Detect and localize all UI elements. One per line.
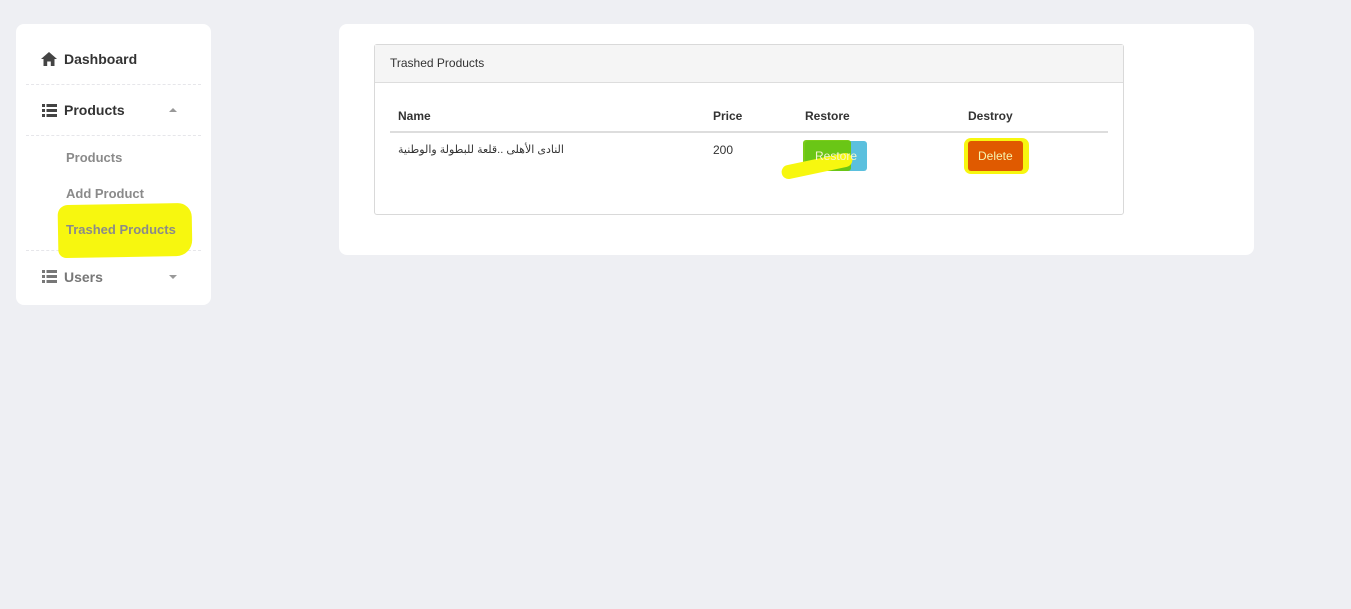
table-header-row: Name Price Restore Destroy — [390, 100, 1108, 133]
product-price: 200 — [713, 143, 734, 157]
submenu-item-label: Trashed Products — [66, 222, 176, 237]
products-submenu: Products Add Product Trashed Products — [26, 136, 201, 251]
trashed-products-panel: Trashed Products Name Price Restore Dest… — [374, 44, 1124, 215]
table-row: النادى الأهلى ..قلعة للبطولة والوطنية 20… — [390, 132, 1108, 194]
sidebar-item-label: Products — [64, 102, 125, 118]
caret-down-icon — [169, 274, 177, 279]
delete-button[interactable]: Delete — [964, 138, 1029, 174]
column-header-destroy: Destroy — [960, 100, 1108, 133]
main-content: Trashed Products Name Price Restore Dest… — [339, 24, 1254, 255]
submenu-item-products[interactable]: Products — [66, 140, 201, 176]
caret-up-icon — [169, 108, 177, 112]
list-icon — [40, 102, 58, 118]
panel-title: Trashed Products — [375, 45, 1123, 83]
sidebar-item-dashboard[interactable]: Dashboard — [26, 24, 201, 85]
sidebar: Dashboard Products Products Add Product … — [16, 24, 211, 305]
restore-button[interactable]: Restore — [802, 140, 868, 171]
list-icon — [40, 269, 58, 285]
submenu-item-trashed-products[interactable]: Trashed Products — [66, 212, 201, 248]
home-icon — [40, 51, 58, 67]
product-name: النادى الأهلى ..قلعة للبطولة والوطنية — [398, 144, 564, 156]
column-header-price: Price — [705, 100, 797, 133]
sidebar-item-label: Dashboard — [64, 51, 138, 67]
sidebar-item-label: Users — [64, 268, 103, 285]
column-header-restore: Restore — [797, 100, 960, 133]
trashed-products-table: Name Price Restore Destroy النادى الأهلى… — [390, 100, 1108, 194]
column-header-name: Name — [390, 100, 705, 133]
sidebar-item-users[interactable]: Users — [26, 251, 201, 302]
sidebar-item-products[interactable]: Products — [26, 85, 201, 136]
